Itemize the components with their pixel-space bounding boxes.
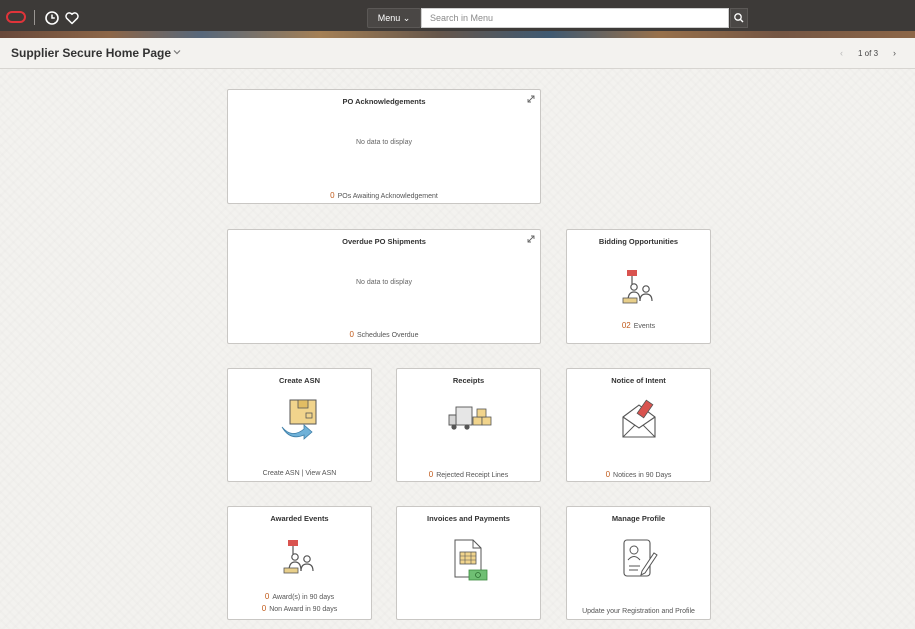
tile-po-acknowledgements[interactable]: PO Acknowledgements No data to display 0… <box>227 89 541 204</box>
tile-title: PO Acknowledgements <box>342 97 426 106</box>
count-label: POs Awaiting Acknowledgement <box>337 193 438 200</box>
count-label: Rejected Receipt Lines <box>436 472 509 479</box>
envelope-icon <box>621 399 656 438</box>
tile-footer: 0 Rejected Receipt Lines <box>397 470 540 479</box>
bidding-icon <box>283 540 314 574</box>
tile-title: Overdue PO Shipments <box>342 237 426 246</box>
count-value: 0 <box>261 604 267 613</box>
tile-footer: 02 Events <box>567 321 710 330</box>
tile-notice-of-intent[interactable]: Notice of Intent 0 Notices in 90 Days <box>566 368 711 482</box>
non-award-count-line: 0 Non Award in 90 days <box>228 604 371 613</box>
page-indicator: 1 of 3 <box>858 49 879 58</box>
tile-title: Receipts <box>452 376 485 385</box>
tile-title: Awarded Events <box>270 514 329 523</box>
count-value: 0 <box>605 470 611 479</box>
tile-title: Invoices and Payments <box>427 514 510 523</box>
tile-manage-profile[interactable]: Manage Profile Update your Registration … <box>566 506 711 620</box>
tile-title: Manage Profile <box>611 514 666 523</box>
search-input[interactable] <box>421 8 729 28</box>
count-label: Notices in 90 Days <box>613 472 672 479</box>
bidding-icon <box>622 270 653 304</box>
no-data-message: No data to display <box>355 279 413 286</box>
invoice-icon <box>454 539 487 581</box>
banner-divider <box>34 10 35 25</box>
tile-awarded-events[interactable]: Awarded Events 0 Award(s) in 90 days 0 Non… <box>227 506 372 620</box>
tile-receipts[interactable]: Receipts 0 Rejected Receipt Lines <box>396 368 541 482</box>
count-value: 0 <box>330 191 335 200</box>
tile-create-asn[interactable]: Create ASN Create ASN | View ASN <box>227 368 372 482</box>
search-icon <box>734 13 744 23</box>
tile-invoices-and-payments[interactable]: Invoices and Payments <box>396 506 541 620</box>
tile-title: Create ASN <box>279 376 320 385</box>
favorites-icon[interactable] <box>63 9 81 27</box>
count-value: 0 <box>428 470 434 479</box>
oracle-logo[interactable] <box>6 11 26 23</box>
tile-title: Notice of Intent <box>611 376 666 385</box>
tile-bidding-opportunities[interactable]: Bidding Opportunities 02 Events <box>566 229 711 344</box>
chevron-down-icon[interactable] <box>172 47 182 57</box>
banner-decoration <box>0 31 915 38</box>
tile-footer: 0 Schedules Overdue <box>228 330 540 339</box>
asn-box-icon <box>281 399 316 440</box>
update-registration-link[interactable]: Update your Registration and Profile <box>567 608 710 615</box>
recent-history-icon[interactable] <box>43 9 61 27</box>
next-page-button[interactable]: › <box>893 48 896 58</box>
truck-icon <box>448 406 491 430</box>
count-label: Non Award in 90 days <box>269 606 338 613</box>
menu-button[interactable]: Menu ⌄ <box>367 8 421 28</box>
page-titlebar: Supplier Secure Home Page ‹ 1 of 3 › <box>0 38 915 69</box>
tile-footer: 0 POs Awaiting Acknowledgement <box>228 191 540 200</box>
profile-icon <box>622 539 658 577</box>
award-count-line: 0 Award(s) in 90 days <box>228 592 371 601</box>
create-view-asn-link[interactable]: Create ASN | View ASN <box>228 470 371 477</box>
count-value: 0 <box>264 592 270 601</box>
top-banner: Menu ⌄ <box>0 0 915 38</box>
expand-icon[interactable] <box>526 94 536 104</box>
count-label: Schedules Overdue <box>356 332 419 339</box>
count-value: 0 <box>349 330 354 339</box>
tile-title: Bidding Opportunities <box>598 237 679 246</box>
count-label: Award(s) in 90 days <box>272 594 335 601</box>
search-button[interactable] <box>730 8 748 28</box>
no-data-message: No data to display <box>355 139 413 146</box>
expand-icon[interactable] <box>526 234 536 244</box>
tile-footer: 0 Notices in 90 Days <box>567 470 710 479</box>
count-value: 02 <box>621 321 631 330</box>
previous-page-button[interactable]: ‹ <box>840 48 843 58</box>
page-title[interactable]: Supplier Secure Home Page <box>11 46 171 60</box>
count-label: Events <box>633 323 656 330</box>
tile-overdue-po-shipments[interactable]: Overdue PO Shipments No data to display … <box>227 229 541 344</box>
